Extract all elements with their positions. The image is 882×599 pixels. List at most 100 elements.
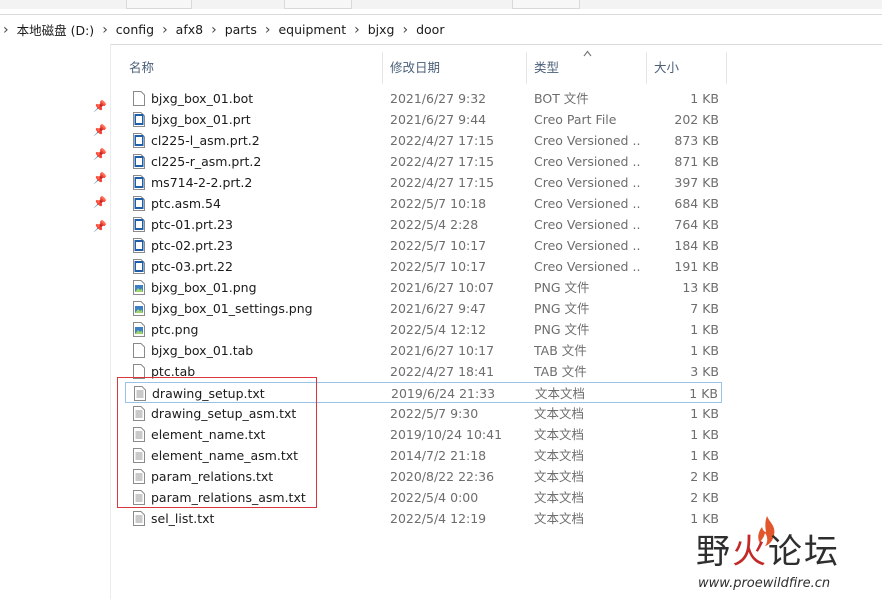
- file-size: 764 KB: [674, 217, 719, 232]
- file-row[interactable]: ptc-02.prt.23 2022/5/7 10:17 Creo Versione…: [125, 235, 722, 256]
- file-type: PNG 文件: [534, 280, 590, 295]
- text-file-icon: [133, 511, 145, 526]
- file-modified-date: 2022/5/4 2:28: [390, 217, 479, 232]
- column-name-header[interactable]: 名称: [111, 52, 383, 84]
- ribbon-item[interactable]: [512, 0, 580, 9]
- file-row[interactable]: bjxg_box_01.tab 2021/6/27 10:17 TAB 文件 1 KB: [125, 340, 722, 361]
- file-modified-date: 2021/6/27 9:32: [390, 91, 487, 106]
- file-size: 2 KB: [690, 490, 719, 505]
- column-date-header[interactable]: 修改日期: [383, 52, 527, 84]
- file-modified-date: 2020/8/22 22:36: [390, 469, 495, 484]
- creo-file-icon: [133, 259, 145, 274]
- file-type: 文本文档: [534, 406, 585, 421]
- file-size: 191 KB: [674, 259, 719, 274]
- watermark-title: 野火论坛: [696, 524, 840, 573]
- breadcrumb-item[interactable]: equipment: [278, 22, 346, 37]
- annotation-highlight-box: [117, 377, 317, 508]
- file-name: bjxg_box_01.tab: [151, 343, 254, 358]
- file-modified-date: 2014/7/2 21:18: [390, 448, 487, 463]
- file-row[interactable]: bjxg_box_01.bot 2021/6/27 9:32 BOT 文件 1 KB: [125, 88, 722, 109]
- column-size-header[interactable]: 大小: [647, 52, 727, 84]
- file-name: ptc.asm.54: [151, 196, 221, 211]
- pin-icon[interactable]: 📌: [93, 197, 107, 209]
- file-size: 1 KB: [690, 448, 719, 463]
- pin-icon[interactable]: 📌: [93, 149, 107, 161]
- breadcrumb-item[interactable]: config: [116, 22, 154, 37]
- file-size: 397 KB: [674, 175, 719, 190]
- ribbon-item[interactable]: [126, 0, 192, 9]
- file-row[interactable]: bjxg_box_01.prt 2021/6/27 9:44 Creo Part F…: [125, 109, 722, 130]
- file-size: 7 KB: [690, 301, 719, 316]
- creo-file-icon: [133, 154, 145, 169]
- watermark: 野火论坛 www.proewildfire.cn: [696, 516, 876, 598]
- file-row[interactable]: bjxg_box_01.png 2021/6/27 10:07 PNG 文件 13 K…: [125, 277, 722, 298]
- file-size: 13 KB: [682, 280, 719, 295]
- breadcrumb-item[interactable]: parts: [225, 22, 257, 37]
- ribbon-item[interactable]: [284, 0, 352, 9]
- file-modified-date: 2022/5/7 9:30: [390, 406, 479, 421]
- chevron-right-icon[interactable]: ›: [402, 22, 408, 38]
- file-type: Creo Versioned ...: [534, 259, 640, 274]
- pin-icon[interactable]: 📌: [93, 101, 107, 113]
- address-bar[interactable]: › 本地磁盘 (D:) › config › afx8 › parts › equipment › b…: [0, 14, 882, 45]
- file-name: cl225-l_asm.prt.2: [151, 133, 260, 148]
- file-row[interactable]: cl225-r_asm.prt.2 2022/4/27 17:15 Creo Ver…: [125, 151, 722, 172]
- file-size: 871 KB: [674, 154, 719, 169]
- chevron-right-icon[interactable]: ›: [265, 22, 271, 38]
- breadcrumb-item[interactable]: door: [416, 22, 444, 37]
- png-file-icon: [133, 322, 145, 337]
- file-type: PNG 文件: [534, 301, 590, 316]
- file-modified-date: 2019/6/24 21:33: [391, 386, 496, 401]
- file-modified-date: 2022/5/4 12:19: [390, 511, 487, 526]
- file-row[interactable]: ptc.png 2022/5/4 12:12 PNG 文件 1 KB: [125, 319, 722, 340]
- file-modified-date: 2022/5/4 0:00: [390, 490, 479, 505]
- chevron-right-icon[interactable]: ›: [162, 22, 168, 38]
- file-row[interactable]: ms714-2-2.prt.2 2022/4/27 17:15 Creo Versi…: [125, 172, 722, 193]
- pin-icon[interactable]: 📌: [93, 125, 107, 137]
- file-row[interactable]: cl225-l_asm.prt.2 2022/4/27 17:15 Creo Ver…: [125, 130, 722, 151]
- chevron-right-icon[interactable]: ›: [354, 22, 360, 38]
- file-name: ptc-03.prt.22: [151, 259, 233, 274]
- pin-icon[interactable]: 📌: [93, 173, 107, 185]
- chevron-right-icon[interactable]: ›: [102, 22, 108, 38]
- pin-icon[interactable]: 📌: [93, 221, 107, 233]
- file-size: 2 KB: [690, 469, 719, 484]
- navigation-pane: 📌 📌 📌 📌 📌 📌: [0, 44, 111, 599]
- file-name: ptc-02.prt.23: [151, 238, 233, 253]
- file-row[interactable]: ptc-01.prt.23 2022/5/4 2:28 Creo Versioned…: [125, 214, 722, 235]
- file-row[interactable]: ptc-03.prt.22 2022/5/7 10:17 Creo Versione…: [125, 256, 722, 277]
- breadcrumb-item[interactable]: 本地磁盘 (D:): [17, 20, 95, 39]
- file-modified-date: 2022/4/27 17:15: [390, 133, 495, 148]
- file-modified-date: 2022/4/27 18:41: [390, 364, 495, 379]
- file-size: 873 KB: [674, 133, 719, 148]
- file-name: ptc-01.prt.23: [151, 217, 233, 232]
- file-type: Creo Versioned ...: [534, 133, 640, 148]
- file-type: Creo Versioned ...: [534, 196, 640, 211]
- file-type: 文本文档: [534, 490, 585, 505]
- creo-file-icon: [133, 196, 145, 211]
- file-modified-date: 2021/6/27 9:44: [390, 112, 487, 127]
- file-modified-date: 2019/10/24 10:41: [390, 427, 503, 442]
- creo-file-icon: [133, 112, 145, 127]
- watermark-url: www.proewildfire.cn: [698, 576, 831, 591]
- file-size: 1 KB: [690, 322, 719, 337]
- chevron-right-icon[interactable]: ›: [3, 22, 9, 38]
- file-type: Creo Versioned ...: [534, 175, 640, 190]
- file-type: Creo Versioned ...: [534, 154, 640, 169]
- creo-file-icon: [133, 175, 145, 190]
- file-type: Creo Part File: [534, 112, 617, 127]
- breadcrumb-item[interactable]: bjxg: [368, 22, 395, 37]
- file-size: 184 KB: [674, 238, 719, 253]
- file-size: 1 KB: [690, 406, 719, 421]
- column-type-header[interactable]: 类型: [527, 52, 647, 84]
- file-type: TAB 文件: [534, 364, 587, 379]
- chevron-right-icon[interactable]: ›: [211, 22, 217, 38]
- generic-file-icon: [133, 343, 145, 358]
- file-row[interactable]: ptc.asm.54 2022/5/7 10:18 Creo Versioned .…: [125, 193, 722, 214]
- file-size: 202 KB: [674, 112, 719, 127]
- file-size: 1 KB: [690, 427, 719, 442]
- breadcrumb-item[interactable]: afx8: [176, 22, 203, 37]
- file-type: 文本文档: [534, 511, 585, 526]
- file-row[interactable]: sel_list.txt 2022/5/4 12:19 文本文档 1 KB: [125, 508, 722, 529]
- file-row[interactable]: bjxg_box_01_settings.png 2021/6/27 9:47 PN…: [125, 298, 722, 319]
